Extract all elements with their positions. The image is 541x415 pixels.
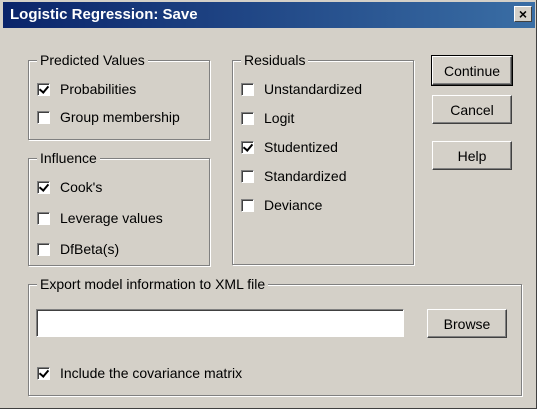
leverage-values-box[interactable] (37, 211, 50, 225)
include-covariance-box[interactable] (37, 366, 50, 380)
continue-button[interactable]: Continue (431, 55, 513, 86)
logit-checkbox[interactable]: Logit (241, 109, 294, 127)
unstandardized-label: Unstandardized (264, 81, 363, 97)
standardized-label: Standardized (264, 168, 347, 184)
group-membership-label: Group membership (60, 109, 180, 125)
continue-label: Continue (443, 62, 501, 79)
influence-legend: Influence (37, 149, 100, 167)
export-group: Export model information to XML file Bro… (28, 275, 522, 396)
deviance-checkbox[interactable]: Deviance (241, 196, 322, 214)
close-icon: × (518, 6, 528, 22)
probabilities-checkbox[interactable]: Probabilities (37, 80, 136, 98)
dfbeta-checkbox[interactable]: DfBeta(s) (37, 240, 119, 258)
cancel-button[interactable]: Cancel (432, 95, 512, 124)
cooks-checkbox[interactable]: Cook's (37, 178, 102, 196)
unstandardized-box[interactable] (241, 82, 254, 96)
standardized-box[interactable] (241, 169, 254, 183)
logit-box[interactable] (241, 111, 254, 125)
standardized-checkbox[interactable]: Standardized (241, 167, 347, 185)
predicted-values-legend: Predicted Values (37, 51, 148, 69)
residuals-legend: Residuals (241, 51, 309, 69)
browse-button[interactable]: Browse (427, 309, 507, 338)
dialog-title: Logistic Regression: Save (10, 6, 198, 23)
unstandardized-checkbox[interactable]: Unstandardized (241, 80, 362, 98)
studentized-label: Studentized (264, 139, 338, 155)
probabilities-box[interactable] (37, 82, 50, 96)
deviance-label: Deviance (264, 197, 323, 213)
cancel-label: Cancel (450, 101, 494, 118)
cooks-box[interactable] (37, 180, 50, 194)
close-button[interactable]: × (514, 6, 532, 22)
include-covariance-checkbox[interactable]: Include the covariance matrix (37, 364, 242, 382)
dfbeta-box[interactable] (37, 242, 50, 256)
deviance-box[interactable] (241, 198, 254, 212)
group-membership-checkbox[interactable]: Group membership (37, 108, 180, 126)
predicted-values-group: Predicted Values Probabilities Group mem… (28, 51, 210, 140)
group-membership-box[interactable] (37, 110, 50, 124)
leverage-values-checkbox[interactable]: Leverage values (37, 209, 163, 227)
help-button[interactable]: Help (432, 141, 512, 170)
export-legend: Export model information to XML file (37, 275, 269, 293)
residuals-group: Residuals Unstandardized Logit Studentiz… (232, 51, 414, 265)
help-label: Help (457, 147, 487, 164)
cooks-label: Cook's (60, 179, 103, 195)
browse-label: Browse (443, 315, 491, 332)
studentized-box[interactable] (241, 140, 254, 154)
xml-file-input[interactable] (36, 309, 404, 337)
leverage-values-label: Leverage values (60, 210, 163, 226)
logit-label: Logit (264, 110, 295, 126)
title-bar: Logistic Regression: Save × (3, 2, 535, 28)
studentized-checkbox[interactable]: Studentized (241, 138, 338, 156)
include-covariance-label: Include the covariance matrix (60, 365, 243, 381)
dialog-window: Logistic Regression: Save × Predicted Va… (0, 0, 537, 409)
probabilities-label: Probabilities (60, 81, 137, 97)
dfbeta-label: DfBeta(s) (60, 241, 120, 257)
influence-group: Influence Cook's Leverage values DfBeta(… (28, 149, 210, 266)
